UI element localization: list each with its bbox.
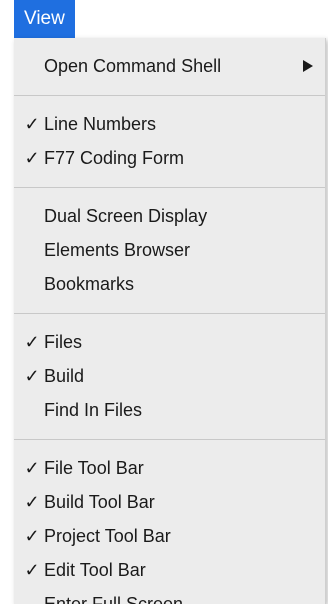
menu-item-label: Enter Full Screen [44, 594, 184, 604]
checkmark-icon: ✓ [24, 366, 40, 386]
menu-top-padding [14, 38, 325, 49]
menu-separator [14, 439, 325, 440]
menu-item-label: Find In Files [44, 400, 143, 420]
menu-item-label: Open Command Shell [44, 56, 222, 76]
menu-item-label: Project Tool Bar [44, 526, 171, 546]
checkmark-icon: ✓ [24, 332, 40, 352]
submenu-arrow-icon [303, 60, 313, 72]
menu-section-toolbars: ✓ File Tool Bar ✓ Build Tool Bar ✓ Proje… [14, 451, 325, 604]
menu-item-project-tool-bar[interactable]: ✓ Project Tool Bar [14, 519, 325, 553]
menu-separator [14, 95, 325, 96]
checkmark-icon: ✓ [24, 526, 40, 546]
menu-item-bookmarks[interactable]: Bookmarks [14, 267, 325, 301]
menu-separator [14, 187, 325, 188]
menu-item-edit-tool-bar[interactable]: ✓ Edit Tool Bar [14, 553, 325, 587]
menu-item-label: Elements Browser [44, 240, 191, 260]
menu-item-enter-full-screen[interactable]: Enter Full Screen [14, 587, 325, 604]
view-menu-dropdown: Open Command Shell ✓ Line Numbers ✓ F77 … [14, 38, 326, 604]
menu-item-file-tool-bar[interactable]: ✓ File Tool Bar [14, 451, 325, 485]
view-menu-button[interactable]: View [14, 0, 75, 38]
menu-item-elements-browser[interactable]: Elements Browser [14, 233, 325, 267]
checkmark-icon: ✓ [24, 492, 40, 512]
menu-item-f77-coding-form[interactable]: ✓ F77 Coding Form [14, 141, 325, 175]
menu-item-label: Dual Screen Display [44, 206, 208, 226]
checkmark-icon: ✓ [24, 560, 40, 580]
menu-section-panels: ✓ Files ✓ Build Find In Files [14, 325, 325, 427]
menu-item-build[interactable]: ✓ Build [14, 359, 325, 393]
menu-item-files[interactable]: ✓ Files [14, 325, 325, 359]
menu-section-display: Dual Screen Display Elements Browser Boo… [14, 199, 325, 301]
menu-section-command-shell: Open Command Shell [14, 49, 325, 83]
checkmark-icon: ✓ [24, 458, 40, 478]
menu-section-editor: ✓ Line Numbers ✓ F77 Coding Form [14, 107, 325, 175]
checkmark-icon: ✓ [24, 148, 40, 168]
menu-item-label: File Tool Bar [44, 458, 144, 478]
menu-item-label: F77 Coding Form [44, 148, 185, 168]
menu-item-label: Line Numbers [44, 114, 157, 134]
menu-item-find-in-files[interactable]: Find In Files [14, 393, 325, 427]
menu-item-label: Build Tool Bar [44, 492, 155, 512]
menu-item-open-command-shell[interactable]: Open Command Shell [14, 49, 325, 83]
menu-item-label: Files [44, 332, 83, 352]
menu-separator [14, 313, 325, 314]
menu-item-dual-screen-display[interactable]: Dual Screen Display [14, 199, 325, 233]
screen: View Open Command Shell ✓ Line Numbers ✓… [0, 0, 328, 604]
menu-item-label: Edit Tool Bar [44, 560, 146, 580]
menu-item-label: Bookmarks [44, 274, 135, 294]
menu-item-label: Build [44, 366, 85, 386]
checkmark-icon: ✓ [24, 114, 40, 134]
menu-item-line-numbers[interactable]: ✓ Line Numbers [14, 107, 325, 141]
menu-item-build-tool-bar[interactable]: ✓ Build Tool Bar [14, 485, 325, 519]
